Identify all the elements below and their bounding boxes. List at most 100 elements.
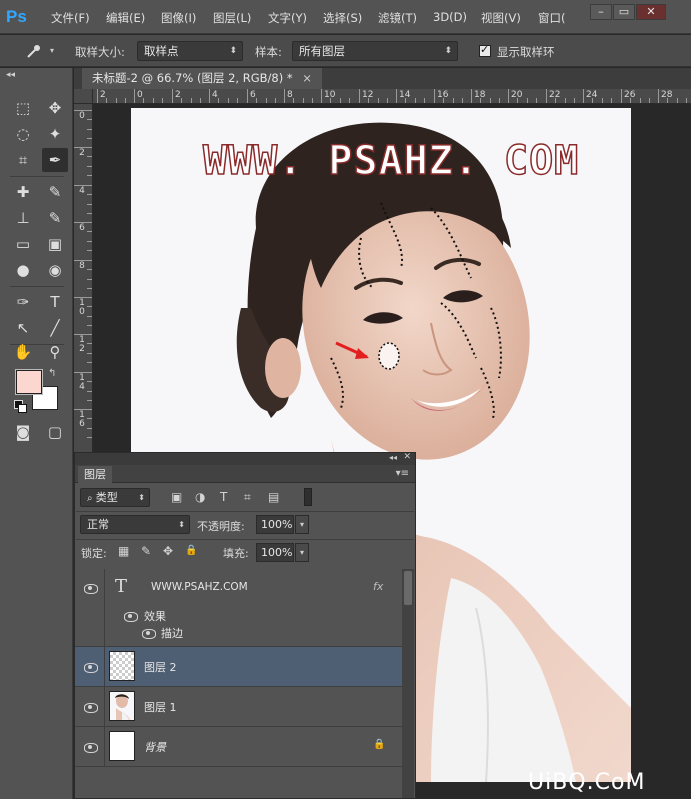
layer-row-layer-2[interactable]: 图层 2 [75,647,402,687]
lock-position-icon[interactable]: ✥ [163,544,173,558]
line-tool-icon[interactable]: ╱ [42,316,68,340]
ruler-label: 2 [100,90,106,100]
ruler-label: 1 0 [79,298,85,317]
close-tab-icon[interactable]: × [302,71,312,85]
canvas-watermark-text: WWW. PSAHZ. COM [202,137,580,185]
tab-layers[interactable]: 图层 [78,466,112,483]
clone-stamp-tool-icon[interactable]: ⊥ [10,206,36,230]
magic-wand-tool-icon[interactable]: ✦ [42,122,68,146]
zoom-tool-icon[interactable]: ⚲ [42,340,68,364]
ruler-minor-tick [275,98,276,103]
panel-title-bar[interactable]: ◂◂ ✕ [75,452,415,465]
menu-type[interactable]: 文字(Y) [268,10,307,26]
fill-dropdown-icon[interactable]: ▾ [295,543,309,562]
hand-tool-icon[interactable]: ✋ [10,340,36,364]
vertical-ruler[interactable]: 0 2 4 6 8 1 0 1 2 1 4 1 6 [74,104,93,460]
layer-row-text[interactable]: T WWW.PSAHZ.COM fx 效果 描边 [75,569,402,647]
lock-image-pixels-icon[interactable]: ✎ [141,544,151,558]
ruler-minor-tick [330,98,331,103]
crop-tool-icon[interactable]: ⌗ [10,148,36,172]
blend-mode-select[interactable]: 正常 ⬍ [80,515,190,534]
collapse-panel-icon[interactable]: ◂◂ [389,453,397,462]
ruler-major-tick [74,110,92,111]
path-selection-tool-icon[interactable]: ↖ [10,316,36,340]
ruler-minor-tick [602,98,603,103]
sample-size-select[interactable]: 取样点 ⬍ [137,41,243,61]
menu-layer[interactable]: 图层(L) [213,10,251,26]
visibility-eye-icon[interactable] [83,583,98,594]
opacity-dropdown-icon[interactable]: ▾ [295,515,309,534]
ruler-origin[interactable] [74,89,93,104]
menu-window[interactable]: 窗口( [538,10,566,26]
opacity-input[interactable]: 100% [256,515,294,534]
foreground-color-swatch[interactable] [15,369,43,395]
close-panel-icon[interactable]: ✕ [403,452,411,462]
layer-row-background[interactable]: 背景 🔒 [75,727,402,767]
healing-brush-tool-icon[interactable]: ✚ [10,180,36,204]
layer-filter-select[interactable]: ⌕ 类型 ⬍ [80,488,150,507]
panel-menu-icon[interactable]: ▾≡ [396,468,409,479]
panel-tab-bar: 图层 ▾≡ [75,465,415,483]
ruler-minor-tick [667,98,668,103]
filter-toggle-switch[interactable] [304,488,312,506]
menu-select[interactable]: 选择(S) [323,10,362,26]
menu-view[interactable]: 视图(V) [481,10,521,26]
site-watermark: UiBQ.CoM [528,770,646,795]
menu-edit[interactable]: 编辑(E) [106,10,145,26]
swap-colors-icon[interactable]: ↰ [48,368,56,379]
brush-tool-icon[interactable]: ✎ [42,180,68,204]
menu-file[interactable]: 文件(F) [51,10,90,26]
layer-row-layer-1[interactable]: 图层 1 [75,687,402,727]
sample-select[interactable]: 所有图层 ⬍ [292,41,458,61]
photoshop-logo: Ps [6,7,27,26]
layers-scrollbar[interactable] [402,569,414,798]
collapse-icon[interactable]: ◂◂ [6,70,15,80]
document-tab[interactable]: 未标题-2 @ 66.7% (图层 2, RGB/8) * × [82,68,322,89]
history-brush-tool-icon[interactable]: ✎ [42,206,68,230]
horizontal-ruler[interactable]: 2 0 2 4 6 8 10 12 14 16 18 20 22 24 26 28 [93,89,691,104]
ruler-minor-tick [536,98,537,103]
visibility-eye-icon[interactable] [83,742,98,753]
fx-badge[interactable]: fx [373,580,383,593]
ruler-major-tick [583,89,584,103]
pen-tool-icon[interactable]: ✑ [10,290,36,314]
filter-smart-object-icon[interactable]: ▤ [268,490,279,504]
restore-button[interactable]: ▭ [613,4,635,20]
default-colors-icon[interactable] [14,400,27,413]
menu-image[interactable]: 图像(I) [161,10,196,26]
ruler-minor-tick [611,98,612,103]
dodge-tool-icon[interactable]: ◉ [42,258,68,282]
marquee-tool-icon[interactable]: ⬚ [10,96,36,120]
visibility-eye-icon[interactable] [83,702,98,713]
eraser-tool-icon[interactable]: ▭ [10,232,36,256]
filter-shape-icon[interactable]: ⌗ [244,490,251,504]
fill-input[interactable]: 100% [256,543,294,562]
type-tool-icon[interactable]: T [42,290,68,314]
lock-transparent-pixels-icon[interactable]: ▦ [118,544,129,558]
layers-scrollbar-thumb[interactable] [404,571,412,605]
lock-all-icon[interactable]: 🔒 [185,544,197,558]
filter-type-icon[interactable]: T [220,490,227,504]
show-sampling-ring-checkbox[interactable] [479,43,491,57]
lasso-tool-icon[interactable]: ◌ [10,122,36,146]
quick-mask-icon[interactable]: ◙ [10,420,36,444]
ruler-minor-tick [87,204,92,205]
eyedropper-tool-icon[interactable]: ✒ [42,148,68,172]
filter-adjustment-icon[interactable]: ◑ [195,490,205,504]
stroke-effect-eye-icon[interactable] [141,628,156,639]
filter-pixel-icon[interactable]: ▣ [171,490,182,504]
effects-eye-icon[interactable] [123,611,138,622]
tool-preset-arrow-icon[interactable]: ▾ [50,46,54,55]
eyedropper-icon[interactable] [24,42,44,60]
ruler-minor-tick [87,316,92,317]
menu-filter[interactable]: 滤镜(T) [378,10,417,26]
layer-lock-icon[interactable]: 🔒 [373,739,385,750]
move-tool-icon[interactable]: ✥ [42,96,68,120]
blur-tool-icon[interactable]: ● [10,258,36,282]
menu-3d[interactable]: 3D(D) [433,10,467,24]
gradient-tool-icon[interactable]: ▣ [42,232,68,256]
screen-mode-icon[interactable]: ▢ [42,420,68,444]
minimize-button[interactable]: – [590,4,612,20]
visibility-eye-icon[interactable] [83,662,98,673]
close-window-button[interactable]: ✕ [636,4,666,20]
